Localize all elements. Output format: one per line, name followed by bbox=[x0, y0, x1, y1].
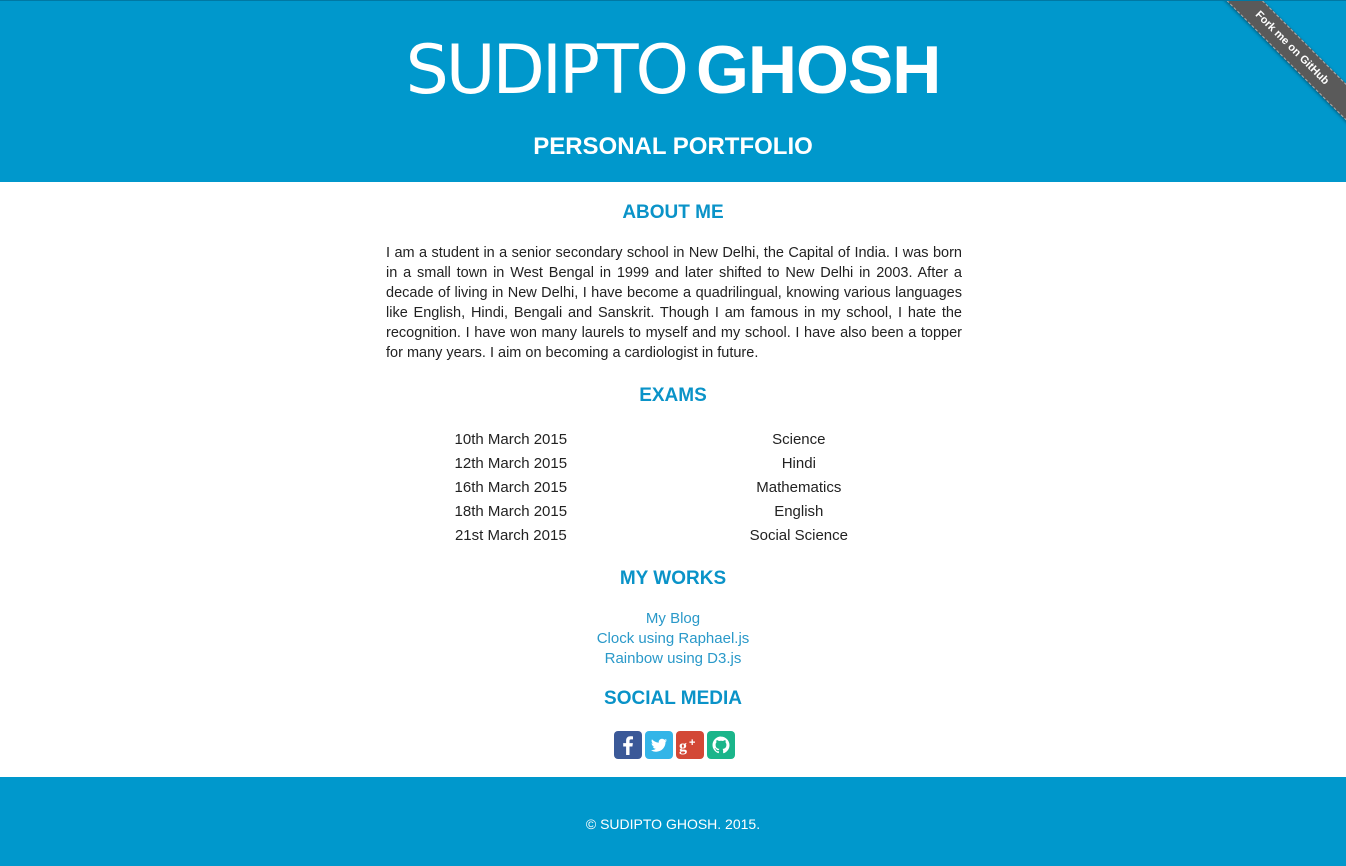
svg-text:+: + bbox=[689, 737, 695, 749]
exam-row: 10th March 2015 Science bbox=[385, 428, 961, 452]
site-title: SUDIPTO GHOSH bbox=[0, 32, 1346, 109]
exam-subject: English bbox=[774, 503, 824, 520]
svg-text:g: g bbox=[679, 738, 687, 755]
copyright-text: © SUDIPTO GHOSH. 2015. bbox=[585, 816, 761, 832]
work-link-rainbow[interactable]: Rainbow using D3.js bbox=[0, 649, 1346, 669]
exam-subject: Social Science bbox=[749, 527, 848, 544]
exam-row: 16th March 2015 Mathematics bbox=[385, 476, 961, 500]
site-title-last: GHOSH bbox=[696, 32, 941, 108]
site-title-first: SUDIPTO bbox=[405, 31, 689, 110]
exam-date: 21st March 2015 bbox=[454, 527, 567, 544]
social-icons: g + bbox=[614, 731, 735, 759]
exam-date: 16th March 2015 bbox=[454, 479, 568, 496]
site-header: SUDIPTO GHOSH PERSONAL PORTFOLIO Fork me … bbox=[0, 0, 1346, 182]
exam-date: 10th March 2015 bbox=[454, 431, 568, 448]
works-list: My Blog Clock using Raphael.js Rainbow u… bbox=[0, 609, 1346, 669]
exams-table: 10th March 2015 Science 12th March 2015 … bbox=[385, 428, 961, 548]
exam-row: 12th March 2015 Hindi bbox=[385, 452, 961, 476]
exam-subject: Mathematics bbox=[756, 479, 842, 496]
google-plus-icon[interactable]: g + bbox=[676, 731, 704, 759]
twitter-icon[interactable] bbox=[645, 731, 673, 759]
exam-date: 18th March 2015 bbox=[454, 503, 568, 520]
exam-subject: Science bbox=[772, 431, 826, 448]
works-heading: MY WORKS bbox=[619, 568, 727, 589]
fork-me-ribbon[interactable]: Fork me on GitHub bbox=[1212, 1, 1346, 128]
exam-row: 18th March 2015 English bbox=[385, 500, 961, 524]
facebook-icon[interactable] bbox=[614, 731, 642, 759]
work-link-clock[interactable]: Clock using Raphael.js bbox=[0, 629, 1346, 649]
site-footer: © SUDIPTO GHOSH. 2015. bbox=[0, 777, 1346, 866]
about-heading: ABOUT ME bbox=[622, 202, 724, 223]
exams-heading: EXAMS bbox=[639, 385, 707, 406]
site-tagline: PERSONAL PORTFOLIO bbox=[533, 133, 813, 160]
exam-subject: Hindi bbox=[781, 455, 816, 472]
github-ribbon-container: Fork me on GitHub bbox=[1196, 1, 1346, 151]
social-heading: SOCIAL MEDIA bbox=[604, 688, 742, 709]
exam-date: 12th March 2015 bbox=[454, 455, 568, 472]
github-icon[interactable] bbox=[707, 731, 735, 759]
exam-row: 21st March 2015 Social Science bbox=[385, 524, 961, 548]
work-link-blog[interactable]: My Blog bbox=[0, 609, 1346, 629]
about-text: I am a student in a senior secondary sch… bbox=[386, 245, 962, 361]
